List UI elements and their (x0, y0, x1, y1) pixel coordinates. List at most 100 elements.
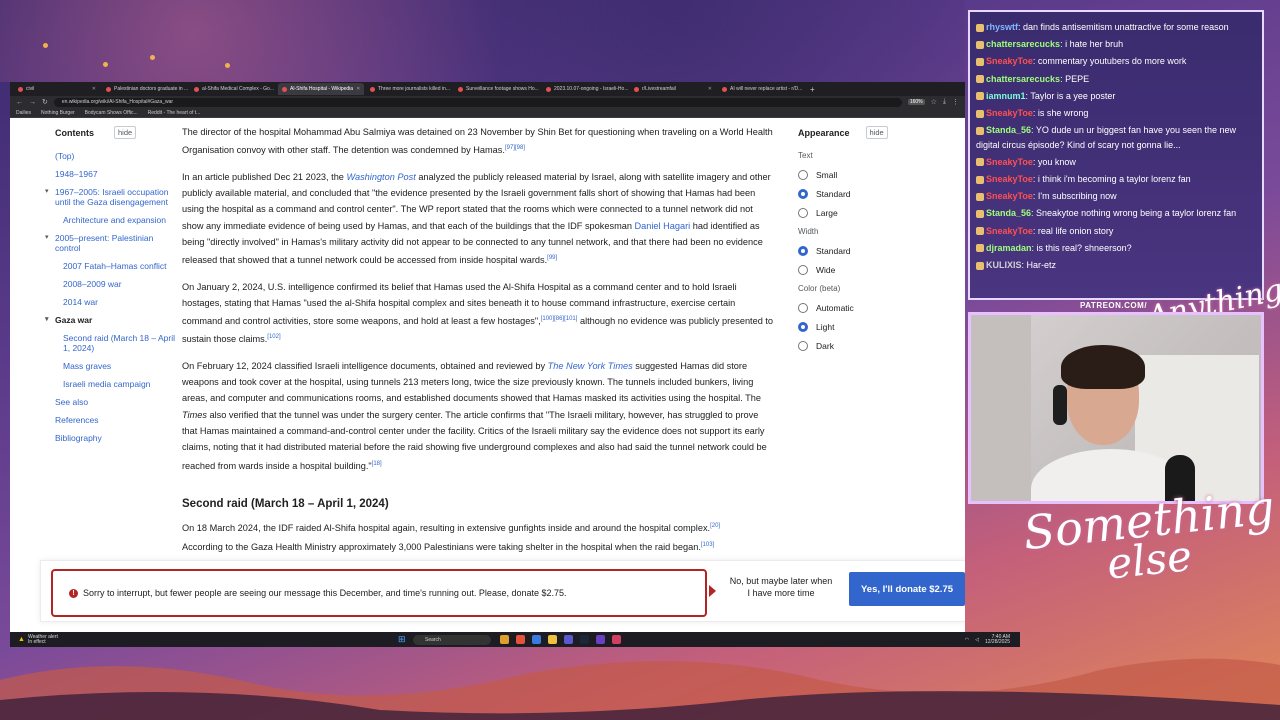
explorer-icon[interactable] (500, 635, 509, 644)
chat-username[interactable]: SneakyToe (986, 108, 1033, 118)
steam-icon[interactable] (580, 635, 589, 644)
radio-button[interactable] (798, 265, 808, 275)
chat-username[interactable]: SneakyToe (986, 157, 1033, 167)
toc-item[interactable]: Second raid (March 18 – April 1, 2024) (55, 333, 175, 353)
taskbar-search[interactable]: Search (413, 634, 491, 645)
reload-icon[interactable]: ↻ (42, 98, 48, 106)
obs-icon[interactable] (596, 635, 605, 644)
radio-button[interactable] (798, 189, 808, 199)
toc-hide-button[interactable]: hide (114, 126, 137, 139)
forward-icon[interactable]: → (29, 99, 36, 106)
reference-link[interactable]: [102] (267, 334, 280, 340)
radio-option[interactable]: Wide (798, 265, 948, 275)
toc-item[interactable]: See also (55, 397, 175, 407)
nyt-link[interactable]: The New York Times (548, 361, 633, 371)
radio-option[interactable]: Dark (798, 341, 948, 351)
browser-tab[interactable]: Surveillance footage shows Ho...✕ (454, 83, 540, 95)
volume-icon[interactable]: ◁ (975, 637, 979, 643)
radio-option[interactable]: Automatic (798, 303, 948, 313)
chat-username[interactable]: KULIXIS (986, 260, 1022, 270)
toc-item[interactable]: ▾ Gaza war (45, 315, 175, 325)
bookmark-item[interactable]: Reddit - The heart of t... (148, 110, 201, 116)
donate-button[interactable]: Yes, I'll donate $2.75 (849, 572, 965, 606)
toc-item[interactable]: References (55, 415, 175, 425)
chevron-down-icon[interactable]: ▾ (45, 187, 49, 197)
close-tab-icon[interactable]: ✕ (356, 86, 360, 92)
maybe-later-button[interactable]: No, but maybe later when I have more tim… (729, 575, 833, 599)
toc-item[interactable]: Mass graves (55, 361, 175, 371)
browser-tab[interactable]: Palestinian doctors graduate in ...✕ (102, 83, 188, 95)
firefox-icon[interactable] (516, 635, 525, 644)
chat-username[interactable]: SneakyToe (986, 191, 1033, 201)
chat-username[interactable]: djramadan (986, 243, 1032, 253)
close-tab-icon[interactable]: ✕ (708, 86, 712, 92)
chat-username[interactable]: chattersarecucks (986, 74, 1060, 84)
toc-item[interactable]: 2008–2009 war (55, 279, 175, 289)
download-icon[interactable]: ⤓ (943, 98, 946, 106)
chat-username[interactable]: iamnum1 (986, 91, 1026, 101)
folder-icon[interactable] (548, 635, 557, 644)
radio-button[interactable] (798, 170, 808, 180)
browser-tab[interactable]: Three more journalists killed in...✕ (366, 83, 452, 95)
discord-icon[interactable] (564, 635, 573, 644)
menu-icon[interactable]: ⋮ (952, 98, 959, 106)
clock[interactable]: 7:40 AM 12/28/2025 (985, 634, 1010, 645)
radio-button[interactable] (798, 303, 808, 313)
chat-username[interactable]: SneakyToe (986, 56, 1033, 66)
back-icon[interactable]: ← (16, 99, 23, 106)
chat-username[interactable]: chattersarecucks (986, 39, 1060, 49)
radio-button[interactable] (798, 208, 808, 218)
toc-item[interactable]: 2014 war (55, 297, 175, 307)
chat-username[interactable]: rhyswtf (986, 22, 1018, 32)
browser-tab[interactable]: 2023.10.07-ongoing - Israeli-Ho...✕ (542, 83, 628, 95)
browser-tab[interactable]: civil ✕ (14, 83, 100, 95)
chevron-down-icon[interactable]: ▾ (45, 315, 49, 325)
toc-item[interactable]: 2007 Fatah–Hamas conflict (55, 261, 175, 271)
toc-item[interactable]: (Top) (55, 151, 175, 161)
reference-link[interactable]: [100][86][101] (541, 316, 578, 322)
chevron-down-icon[interactable]: ▾ (45, 233, 49, 243)
toc-item[interactable]: ▾ 1967–2005: Israeli occupation until the… (45, 187, 175, 207)
toc-item[interactable]: Architecture and expansion (55, 215, 175, 225)
new-tab-icon[interactable]: + (806, 85, 819, 94)
browser-tab[interactable]: r/Livestreamfail ✕ (630, 83, 716, 95)
radio-button[interactable] (798, 246, 808, 256)
daniel-hagari-link[interactable]: Daniel Hagari (635, 221, 691, 231)
radio-button[interactable] (798, 341, 808, 351)
chat-username[interactable]: SneakyToe (986, 226, 1033, 236)
chat-username[interactable]: SneakyToe (986, 174, 1033, 184)
browser-tab[interactable]: Al-Shifa Hospital - Wikipedia ✕ (278, 83, 364, 95)
radio-option[interactable]: Small (798, 170, 948, 180)
reference-link[interactable]: [103] (701, 542, 714, 548)
chat-username[interactable]: Standa_56 (986, 125, 1031, 135)
chat-username[interactable]: Standa_56 (986, 208, 1031, 218)
reference-link[interactable]: [18] (372, 461, 382, 467)
bookmark-item[interactable]: Dailies (16, 110, 31, 116)
reference-link[interactable]: [97][98] (505, 145, 525, 151)
radio-button[interactable] (798, 322, 808, 332)
url-input[interactable]: en.wikipedia.org/wiki/Al-Shifa_Hospital#… (53, 97, 902, 107)
radio-option[interactable]: Standard (798, 189, 948, 199)
browser-tab[interactable]: al-Shifa Medical Complex - Go...✕ (190, 83, 276, 95)
toc-item[interactable]: 1948–1967 (55, 169, 175, 179)
radio-option[interactable]: Large (798, 208, 948, 218)
close-tab-icon[interactable]: ✕ (92, 86, 96, 92)
radio-option[interactable]: Standard (798, 246, 948, 256)
reference-link[interactable]: [99] (547, 255, 557, 261)
app-icon[interactable] (612, 635, 621, 644)
washington-post-link[interactable]: Washington Post (346, 172, 415, 182)
app-icon[interactable] (532, 635, 541, 644)
appearance-hide-button[interactable]: hide (865, 126, 888, 139)
toc-item[interactable]: Israeli media campaign (55, 379, 175, 389)
zoom-badge[interactable]: 160% (907, 99, 925, 105)
bookmark-item[interactable]: Bodycam Shows Offic... (85, 110, 138, 116)
reference-link[interactable]: [20] (710, 523, 720, 529)
windows-start-icon[interactable]: ⊞ (398, 634, 406, 645)
weather-widget[interactable]: ▲ Weather alert In effect (18, 634, 58, 645)
bookmark-item[interactable]: Nothing Burger (41, 110, 75, 116)
radio-option[interactable]: Light (798, 322, 948, 332)
wifi-icon[interactable]: ◠ (965, 637, 969, 643)
toc-item[interactable]: Bibliography (55, 433, 175, 443)
browser-tab[interactable]: AI will never replace artist - r/D...✕ (718, 83, 804, 95)
star-icon[interactable]: ☆ (931, 98, 937, 106)
